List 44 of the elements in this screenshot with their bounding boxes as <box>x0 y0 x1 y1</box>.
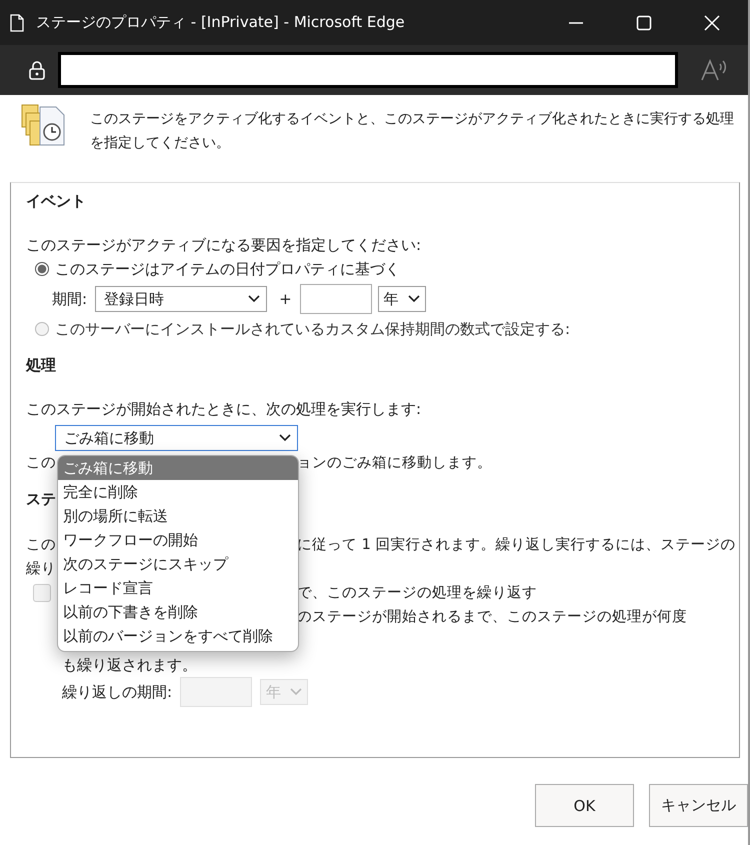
period-number-field[interactable] <box>300 284 372 314</box>
period-label: 期間: <box>52 290 88 308</box>
lock-icon[interactable] <box>28 60 46 80</box>
chevron-icon <box>290 688 302 696</box>
section-heading: イベント <box>26 191 86 212</box>
section-heading: ステ <box>26 489 56 510</box>
radio-label: このステージはアイテムの日付プロパティに基づく <box>55 260 400 278</box>
prompt-text: このステージがアクティブになる要因を指定してください: <box>26 235 422 256</box>
date-property-dropdown[interactable]: 登録日時 <box>95 286 268 312</box>
dialog-button[interactable]: OK <box>535 784 634 827</box>
page-icon <box>10 14 24 32</box>
dropdown-option[interactable]: 完全に削除 <box>58 480 298 504</box>
plus-sign: + <box>279 290 292 308</box>
close-icon[interactable] <box>704 14 720 30</box>
maximize-icon[interactable] <box>636 14 652 30</box>
checkbox-label: で、このステージの処理を繰り返す <box>297 584 537 603</box>
repeat-period-label: 繰り返しの期間: <box>62 682 172 703</box>
address-field[interactable] <box>58 52 678 88</box>
radio-label: このサーバーにインストールされているカスタム保持期間の数式で設定する: <box>55 320 570 338</box>
dropdown-option[interactable]: 次のステージにスキップ <box>58 552 298 576</box>
section-heading: 処理 <box>26 355 56 376</box>
dropdown-option[interactable]: 以前のバージョンをすべて削除 <box>58 624 298 648</box>
note-text: も繰り返されます。 <box>61 655 198 676</box>
description-text: この <box>26 454 56 473</box>
description-text: この <box>26 536 56 555</box>
unit-dropdown[interactable]: 年 <box>378 286 426 312</box>
dropdown-option[interactable]: 以前の下書きを削除 <box>58 600 298 624</box>
repeat-checkbox[interactable] <box>33 584 51 602</box>
description-text: 繰り <box>26 560 56 579</box>
prompt-text: このステージが開始されたときに、次の処理を実行します: <box>26 399 422 420</box>
dropdown-option[interactable]: ワークフローの開始 <box>58 528 298 552</box>
dropdown-option[interactable]: 別の場所に転送 <box>58 504 298 528</box>
description-text: ョンのごみ箱に移動します。 <box>297 454 492 473</box>
radio-button[interactable] <box>35 262 49 276</box>
dialog-button[interactable]: キャンセル <box>649 784 748 827</box>
intro-text: このステージをアクティブ化するイベントと、このステージがアクティブ化されたときに実行する処理を指定してください。 <box>90 110 735 153</box>
action-dropdown[interactable]: ごみ箱に移動 <box>55 425 298 451</box>
chevron-icon <box>408 295 420 303</box>
chevron-icon <box>248 295 260 303</box>
dropdown-option[interactable]: レコード宣言 <box>58 576 298 600</box>
chevron-icon <box>279 434 291 442</box>
dropdown-option[interactable]: ごみ箱に移動 <box>58 456 298 480</box>
window-title: ステージのプロパティ - [InPrivate] - Microsoft Edge <box>36 13 405 32</box>
radio-button[interactable] <box>35 322 49 336</box>
